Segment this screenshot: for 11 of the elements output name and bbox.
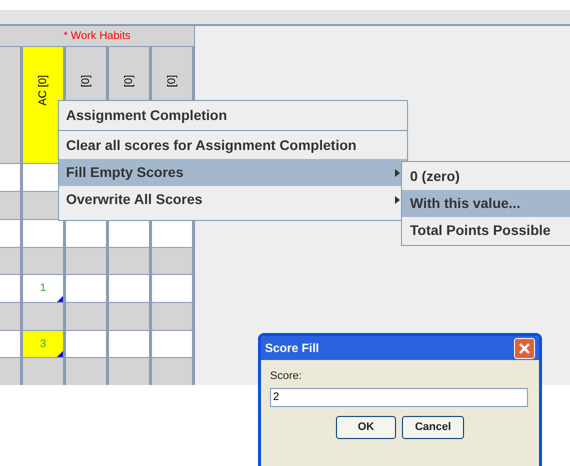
column-label: AC [0] xyxy=(36,74,50,106)
menu-item-label: Clear all scores for Assignment Completion xyxy=(66,136,356,155)
menu-item-label: Overwrite All Scores xyxy=(66,190,202,209)
category-header: * Work Habits xyxy=(0,26,194,46)
dialog-title: Score Fill xyxy=(265,340,320,357)
column-label: [0] xyxy=(78,74,93,88)
column-label: [0] xyxy=(122,74,136,88)
menu-item-label: Fill Empty Scores xyxy=(66,163,184,182)
menu-item-label: Assignment Completion xyxy=(66,106,228,125)
column-label: [0] xyxy=(164,74,179,88)
score-label: Score: xyxy=(270,369,303,384)
